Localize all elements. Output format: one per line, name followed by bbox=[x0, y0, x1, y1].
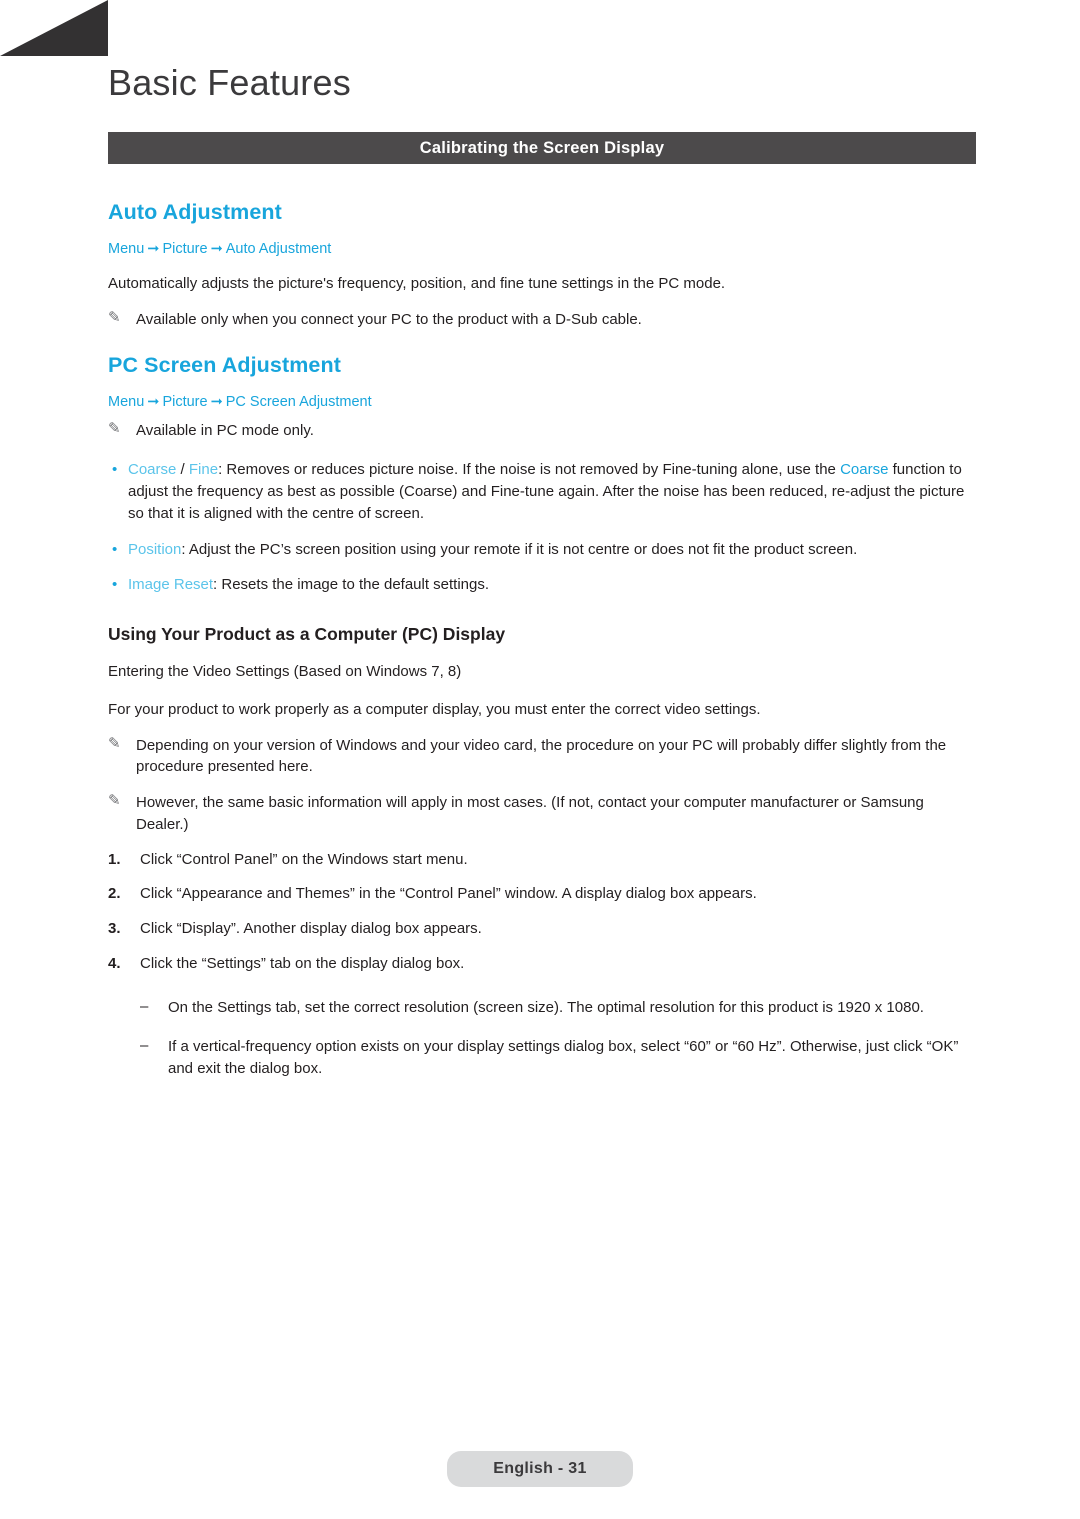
bullet-text-a: : Removes or reduces picture noise. If t… bbox=[218, 461, 841, 479]
menu-path-menu: Menu bbox=[108, 241, 145, 257]
menu-path-pc-screen-adjustment: Menu ➞ Picture ➞ PC Screen Adjustment bbox=[108, 394, 1080, 410]
manual-page: Basic Features Calibrating the Screen Di… bbox=[0, 0, 1080, 1519]
bullet-dot-icon: • bbox=[112, 461, 118, 479]
step-number: 3. bbox=[108, 920, 121, 937]
pc-display-subtitle: Entering the Video Settings (Based on Wi… bbox=[108, 663, 462, 680]
menu-path-item: Auto Adjustment bbox=[225, 241, 332, 257]
note-pc-mode-only: ✎ Available in PC mode only. bbox=[108, 420, 972, 442]
step-number: 4. bbox=[108, 954, 121, 972]
note-text: Available only when you connect your PC … bbox=[136, 310, 642, 328]
note-text: Available in PC mode only. bbox=[136, 421, 314, 439]
keyword-image-reset: Image Reset bbox=[128, 576, 214, 594]
bullet-coarse-fine: • Coarse / Fine: Removes or reduces pict… bbox=[108, 459, 972, 524]
heading-pc-display: Using Your Product as a Computer (PC) Di… bbox=[108, 624, 506, 644]
heading-pc-screen-adjustment: PC Screen Adjustment bbox=[108, 352, 341, 377]
arrow-right-icon: ➞ bbox=[147, 393, 160, 410]
bullet-text: : Adjust the PC’s screen position using … bbox=[181, 540, 858, 558]
page-footer: English - 31 bbox=[0, 1451, 1080, 1487]
step-4: 4. Click the “Settings” tab on the displ… bbox=[108, 953, 972, 975]
page-number-badge: English - 31 bbox=[447, 1451, 633, 1487]
chapter-title: Basic Features bbox=[108, 62, 351, 103]
note-basic-information: ✎ However, the same basic information wi… bbox=[108, 792, 972, 836]
menu-path-picture: Picture bbox=[162, 241, 208, 257]
pc-display-body: For your product to work properly as a c… bbox=[108, 700, 761, 718]
step-3: 3. Click “Display”. Another display dial… bbox=[108, 918, 972, 940]
sub-step-text: On the Settings tab, set the correct res… bbox=[168, 998, 924, 1016]
heading-auto-adjustment: Auto Adjustment bbox=[108, 200, 282, 224]
step-text: Click “Display”. Another display dialog … bbox=[140, 920, 482, 937]
dash-icon: – bbox=[140, 1037, 149, 1055]
menu-path-auto-adjustment: Menu ➞ Picture ➞ Auto Adjustment bbox=[108, 241, 1080, 257]
menu-path-item: PC Screen Adjustment bbox=[225, 393, 372, 410]
corner-decoration bbox=[0, 0, 108, 56]
pencil-note-icon: ✎ bbox=[108, 792, 121, 809]
step-text: Click the “Settings” tab on the display … bbox=[140, 954, 465, 972]
pencil-note-icon: ✎ bbox=[108, 308, 121, 326]
sub-step-text: If a vertical-frequency option exists on… bbox=[168, 1038, 959, 1077]
bullet-position: • Position: Adjust the PC’s screen posit… bbox=[108, 539, 972, 561]
step-text: Click “Control Panel” on the Windows sta… bbox=[140, 850, 468, 868]
pencil-note-icon: ✎ bbox=[108, 419, 121, 437]
keyword-fine: Fine bbox=[188, 461, 219, 479]
note-text: However, the same basic information will… bbox=[136, 794, 924, 833]
step-number: 1. bbox=[108, 850, 121, 868]
bullet-text: : Resets the image to the default settin… bbox=[213, 576, 490, 594]
step-number: 2. bbox=[108, 885, 121, 903]
section-title-bar: Calibrating the Screen Display bbox=[108, 132, 976, 164]
note-auto-adjustment: ✎ Available only when you connect your P… bbox=[108, 309, 972, 331]
note-text: Depending on your version of Windows and… bbox=[136, 736, 947, 776]
note-windows-version: ✎ Depending on your version of Windows a… bbox=[108, 735, 972, 779]
keyword-position: Position bbox=[128, 540, 182, 558]
separator: / bbox=[176, 461, 189, 479]
keyword-coarse-2: Coarse bbox=[840, 461, 889, 479]
bullet-dot-icon: • bbox=[112, 540, 118, 558]
pencil-note-icon: ✎ bbox=[108, 734, 121, 752]
bullet-image-reset: • Image Reset: Resets the image to the d… bbox=[108, 574, 972, 596]
step-text: Click “Appearance and Themes” in the “Co… bbox=[140, 885, 757, 903]
step-2: 2. Click “Appearance and Themes” in the … bbox=[108, 883, 972, 905]
menu-path-picture: Picture bbox=[162, 393, 208, 410]
arrow-right-icon: ➞ bbox=[210, 241, 223, 257]
sub-step-vertical-frequency: – If a vertical-frequency option exists … bbox=[140, 1036, 972, 1080]
page-content: Auto Adjustment Menu ➞ Picture ➞ Auto Adjust… bbox=[0, 178, 1080, 1080]
bullet-dot-icon: • bbox=[112, 576, 118, 594]
arrow-right-icon: ➞ bbox=[147, 241, 160, 257]
menu-path-menu: Menu bbox=[108, 393, 145, 410]
keyword-coarse: Coarse bbox=[128, 461, 177, 479]
arrow-right-icon: ➞ bbox=[210, 393, 223, 410]
auto-adjustment-body: Automatically adjusts the picture's freq… bbox=[108, 275, 726, 292]
dash-icon: – bbox=[140, 997, 149, 1015]
sub-step-resolution: – On the Settings tab, set the correct r… bbox=[140, 997, 972, 1019]
section-title-text: Calibrating the Screen Display bbox=[419, 138, 665, 157]
step-1: 1. Click “Control Panel” on the Windows … bbox=[108, 849, 972, 871]
